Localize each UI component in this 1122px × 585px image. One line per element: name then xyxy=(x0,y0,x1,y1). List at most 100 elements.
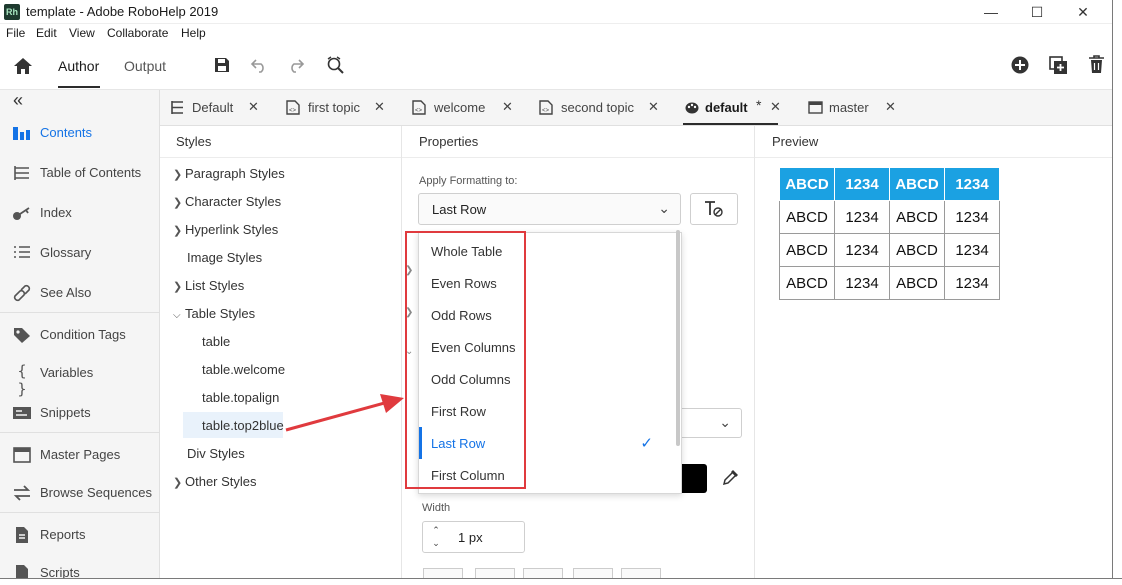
tree-paragraph-styles[interactable]: ❯ Paragraph Styles xyxy=(173,166,285,181)
delete-icon[interactable] xyxy=(1088,55,1105,74)
apply-formatting-select[interactable]: Last Row ⌄ xyxy=(418,193,681,225)
preview-cell: ABCD xyxy=(889,167,945,201)
menu-collaborate[interactable]: Collaborate xyxy=(107,26,168,40)
close-tab-icon[interactable]: ✕ xyxy=(502,99,513,115)
close-window-button[interactable]: ✕ xyxy=(1060,0,1106,24)
condition-tags-icon xyxy=(14,328,30,343)
save-icon[interactable] xyxy=(214,57,230,73)
nav-index[interactable]: Index xyxy=(0,193,160,233)
nav-table-of-contents[interactable]: Table of Contents xyxy=(0,153,160,193)
nav-browse-sequences[interactable]: Browse Sequences xyxy=(0,473,160,513)
tree-list-styles[interactable]: ❯ List Styles xyxy=(173,278,244,293)
annotation-arrow xyxy=(285,394,404,432)
add-icon[interactable] xyxy=(1011,56,1029,74)
nav-label: Table of Contents xyxy=(40,165,142,180)
preview-cell: 1234 xyxy=(944,200,1000,234)
tree-div-styles[interactable]: Div Styles xyxy=(187,446,245,461)
tree-table-styles[interactable]: ⌵ Table Styles xyxy=(173,306,255,321)
preview-cell: ABCD xyxy=(779,167,835,201)
menu-edit[interactable]: Edit xyxy=(36,26,57,40)
tab-label: master xyxy=(829,100,869,115)
tab-default-layout[interactable]: Default ✕ xyxy=(170,90,270,126)
apply-formatting-label: Apply Formatting to: xyxy=(419,175,518,187)
width-stepper[interactable]: ⌃ ⌄ xyxy=(429,524,443,550)
nav-label: Reports xyxy=(40,527,86,542)
preview-row: ABCD 1234 ABCD 1234 xyxy=(779,233,1000,267)
panel-header-divider xyxy=(160,157,1112,158)
eyedropper-icon[interactable] xyxy=(722,468,740,486)
master-page-icon xyxy=(808,101,823,114)
contents-icon xyxy=(13,127,30,140)
screenshot-edge xyxy=(0,578,1122,585)
tab-second-topic[interactable]: <> second topic ✕ xyxy=(539,90,664,126)
window-title: template - Adobe RoboHelp 2019 xyxy=(26,4,219,19)
tree-style-table-topalign[interactable]: table.topalign xyxy=(202,390,279,405)
nav-reports[interactable]: Reports xyxy=(0,515,160,555)
duplicate-icon[interactable] xyxy=(1049,56,1068,75)
menu-bar: File Edit View Collaborate Help xyxy=(0,24,1122,44)
tab-master[interactable]: master ✕ xyxy=(807,90,907,126)
close-tab-icon[interactable]: ✕ xyxy=(374,99,385,115)
author-tab[interactable]: Author xyxy=(58,58,99,74)
tab-welcome[interactable]: <> welcome ✕ xyxy=(412,90,522,126)
menu-file[interactable]: File xyxy=(6,26,25,40)
tree-character-styles[interactable]: ❯ Character Styles xyxy=(173,194,281,209)
property-select[interactable]: ⌄ xyxy=(682,408,742,438)
tab-label: second topic xyxy=(561,100,634,115)
maximize-button[interactable]: ☐ xyxy=(1014,0,1060,24)
close-tab-icon[interactable]: ✕ xyxy=(648,99,659,115)
menu-help[interactable]: Help xyxy=(181,26,206,40)
tree-other-styles[interactable]: ❯ Other Styles xyxy=(173,474,257,489)
browse-sequences-icon xyxy=(13,485,31,501)
title-bar: Rh template - Adobe RoboHelp 2019 — ☐ ✕ xyxy=(0,0,1122,24)
topic-icon: <> xyxy=(539,100,553,115)
output-tab[interactable]: Output xyxy=(124,58,166,74)
nav-variables[interactable]: { } Variables xyxy=(0,353,160,398)
nav-glossary[interactable]: Glossary xyxy=(0,233,160,273)
width-input[interactable]: ⌃ ⌄ 1 px xyxy=(422,521,525,553)
nav-condition-tags[interactable]: Condition Tags xyxy=(0,315,160,355)
checkmark-icon: ✓ xyxy=(640,435,653,452)
border-color-swatch[interactable] xyxy=(678,464,707,493)
preview-cell: 1234 xyxy=(834,233,890,267)
toc-icon xyxy=(14,166,29,180)
tree-image-styles[interactable]: Image Styles xyxy=(187,250,262,265)
apply-formatting-value: Last Row xyxy=(432,202,487,217)
find-replace-icon[interactable] xyxy=(325,55,345,75)
tree-style-table[interactable]: table xyxy=(202,334,230,349)
close-tab-icon[interactable]: ✕ xyxy=(770,99,781,115)
undo-icon[interactable] xyxy=(250,57,268,73)
tree-hyperlink-styles[interactable]: ❯ Hyperlink Styles xyxy=(173,222,278,237)
nav-contents[interactable]: Contents xyxy=(0,113,160,153)
close-tab-icon[interactable]: ✕ xyxy=(248,99,259,115)
minimize-button[interactable]: — xyxy=(968,0,1014,24)
redo-icon[interactable] xyxy=(287,57,305,73)
dropdown-scrollbar[interactable] xyxy=(676,230,680,446)
svg-text:<>: <> xyxy=(289,108,297,114)
collapse-panel-button[interactable]: « xyxy=(13,90,23,111)
nav-label: Snippets xyxy=(40,405,91,420)
nav-snippets[interactable]: Snippets xyxy=(0,393,160,433)
nav-label: See Also xyxy=(40,285,92,300)
home-icon[interactable] xyxy=(13,57,33,75)
width-label: Width xyxy=(422,502,451,514)
clear-formatting-button[interactable] xyxy=(690,193,738,225)
close-tab-icon[interactable]: ✕ xyxy=(885,99,896,115)
preview-cell: ABCD xyxy=(889,266,945,300)
nav-label: Browse Sequences xyxy=(40,485,153,500)
author-tab-indicator xyxy=(58,86,100,88)
preview-table: ABCD 1234 ABCD 1234 ABCD 1234 ABCD 1234 … xyxy=(779,167,1000,300)
tree-style-table-welcome[interactable]: table.welcome xyxy=(202,362,285,377)
index-icon xyxy=(13,207,30,220)
nav-see-also[interactable]: See Also xyxy=(0,273,160,313)
width-value: 1 px xyxy=(458,530,483,545)
menu-view[interactable]: View xyxy=(69,26,95,40)
tree-style-table-top2blue[interactable]: table.top2blue xyxy=(202,418,284,433)
nav-master-pages[interactable]: Master Pages xyxy=(0,435,160,475)
preview-header-row: ABCD 1234 ABCD 1234 xyxy=(779,167,1000,201)
app-logo-icon: Rh xyxy=(4,4,20,20)
see-also-icon xyxy=(13,284,31,302)
tab-first-topic[interactable]: <> first topic ✕ xyxy=(286,90,406,126)
screenshot-edge xyxy=(1112,0,1122,585)
tab-default-css[interactable]: default * ✕ xyxy=(683,90,788,126)
